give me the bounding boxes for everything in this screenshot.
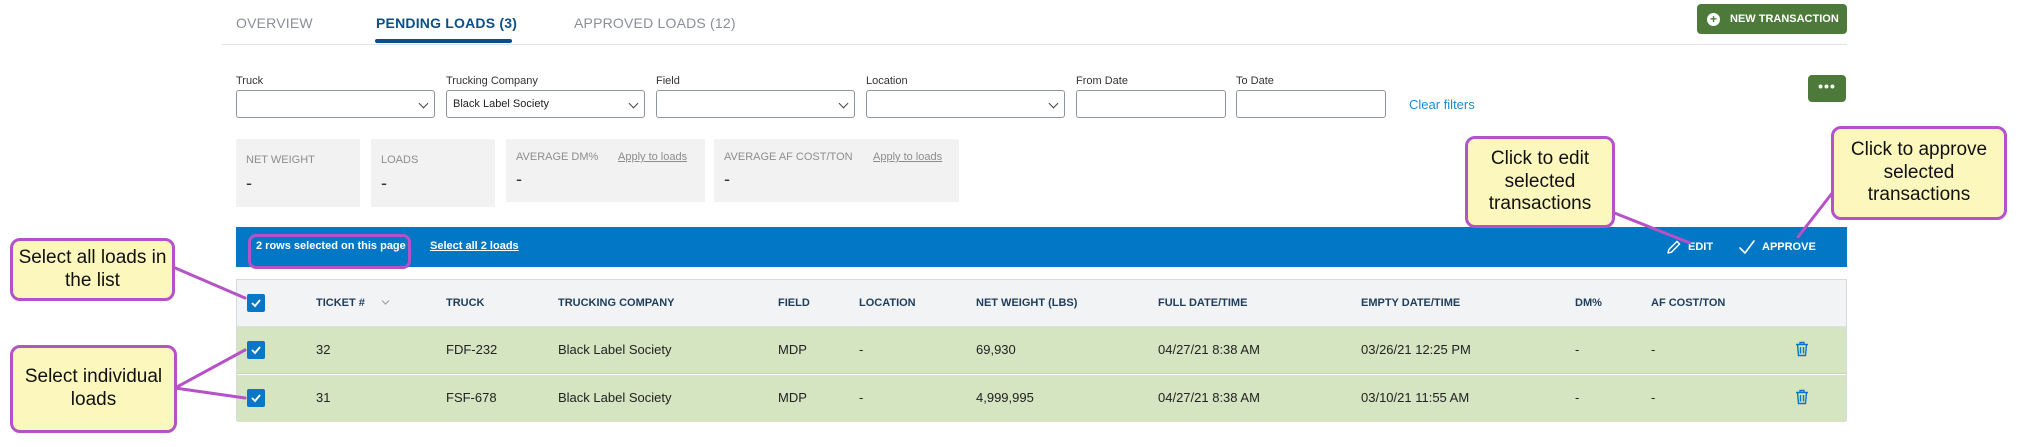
callout-connectors [171,190,1835,400]
callout-approve: Click to approve selected transactions [1831,126,2007,220]
callout-select-all: Select all loads in the list [10,238,175,301]
callout-select-individual: Select individual loads [10,345,177,433]
selection-text-highlight [248,234,411,269]
callout-edit: Click to edit selected transactions [1465,136,1615,228]
